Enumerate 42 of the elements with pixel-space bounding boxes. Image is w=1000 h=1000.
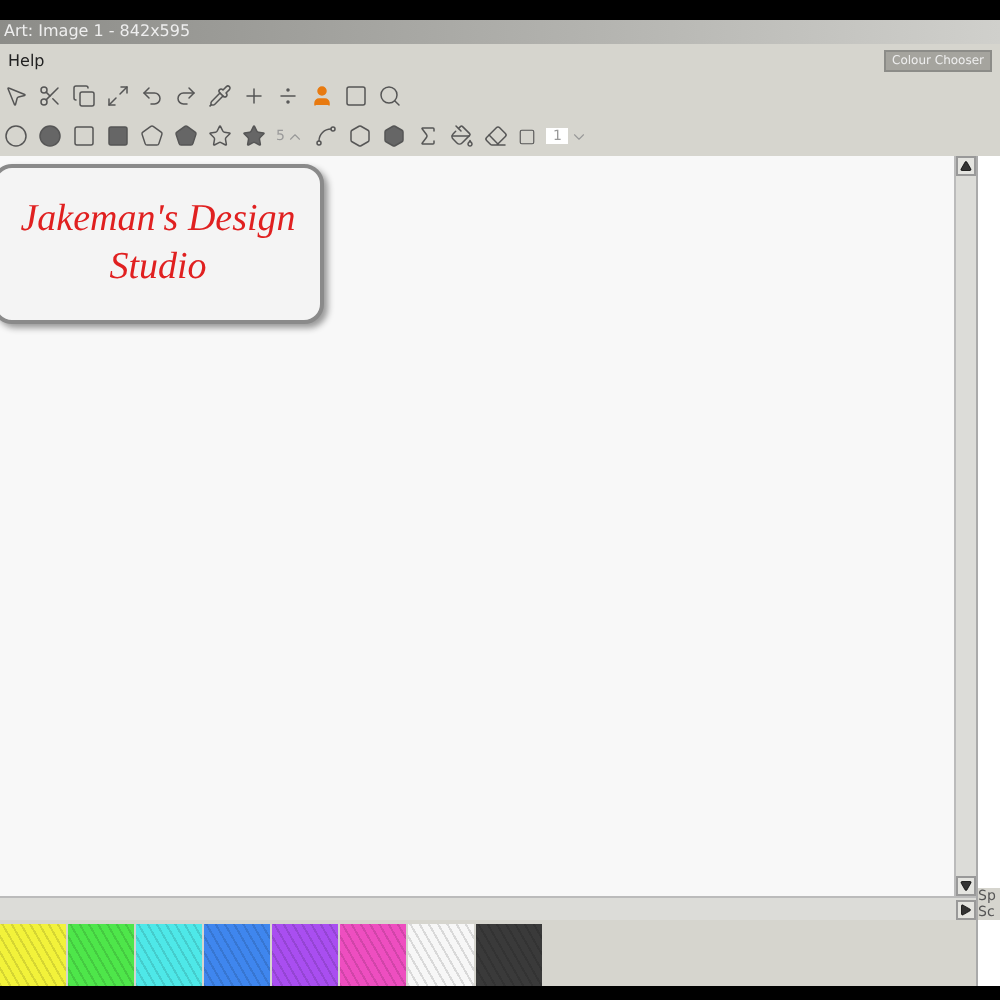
circle-icon[interactable] [4, 124, 28, 148]
divide-icon[interactable] [276, 84, 300, 108]
undo-icon[interactable] [140, 84, 164, 108]
pointer-icon[interactable] [4, 84, 28, 108]
colour-swatch[interactable] [136, 924, 202, 986]
filled-pentagon-icon[interactable] [174, 124, 198, 148]
redo-icon[interactable] [174, 84, 198, 108]
sigma-icon[interactable] [416, 124, 441, 148]
copy-icon[interactable] [72, 84, 96, 108]
logo-text: Jakeman's Design [20, 196, 296, 244]
resize-icon[interactable] [106, 84, 130, 108]
down-arrow-icon[interactable] [960, 880, 972, 892]
filled-square-icon[interactable] [106, 124, 130, 148]
filled-circle-icon[interactable] [38, 124, 62, 148]
colour-swatch[interactable] [340, 924, 406, 986]
logo-text: Studio [109, 244, 207, 292]
eraser-icon[interactable] [484, 124, 509, 148]
vertical-scrollbar[interactable] [954, 156, 976, 896]
fill-icon[interactable] [450, 124, 475, 148]
outline-icon[interactable] [518, 127, 537, 145]
right-arrow-icon[interactable] [960, 903, 972, 915]
cut-icon[interactable] [38, 84, 62, 108]
window-title: Art: Image 1 - 842x595 [0, 20, 1000, 44]
colour-swatch[interactable] [272, 924, 338, 986]
menu-item[interactable]: Help [8, 51, 45, 69]
colour-swatch[interactable] [68, 924, 134, 986]
search-icon[interactable] [378, 84, 402, 108]
colour-swatch[interactable] [0, 924, 66, 986]
square-icon[interactable] [72, 124, 96, 148]
pentagon-icon[interactable] [140, 124, 164, 148]
star-icon[interactable] [208, 124, 232, 148]
colour-swatch[interactable] [476, 924, 542, 986]
horizontal-scrollbar[interactable] [0, 896, 976, 920]
polygon-icon[interactable] [348, 124, 373, 148]
curve-icon[interactable] [314, 124, 339, 148]
filled-polygon-icon[interactable] [382, 124, 407, 148]
colour-swatch[interactable] [408, 924, 474, 986]
filled-star-icon[interactable] [242, 124, 266, 148]
colour-swatch[interactable] [204, 924, 270, 986]
pipette-icon[interactable] [208, 84, 232, 108]
up-arrow-icon[interactable] [960, 160, 972, 172]
drawing-canvas[interactable]: Jakeman's Design Studio [0, 156, 954, 896]
